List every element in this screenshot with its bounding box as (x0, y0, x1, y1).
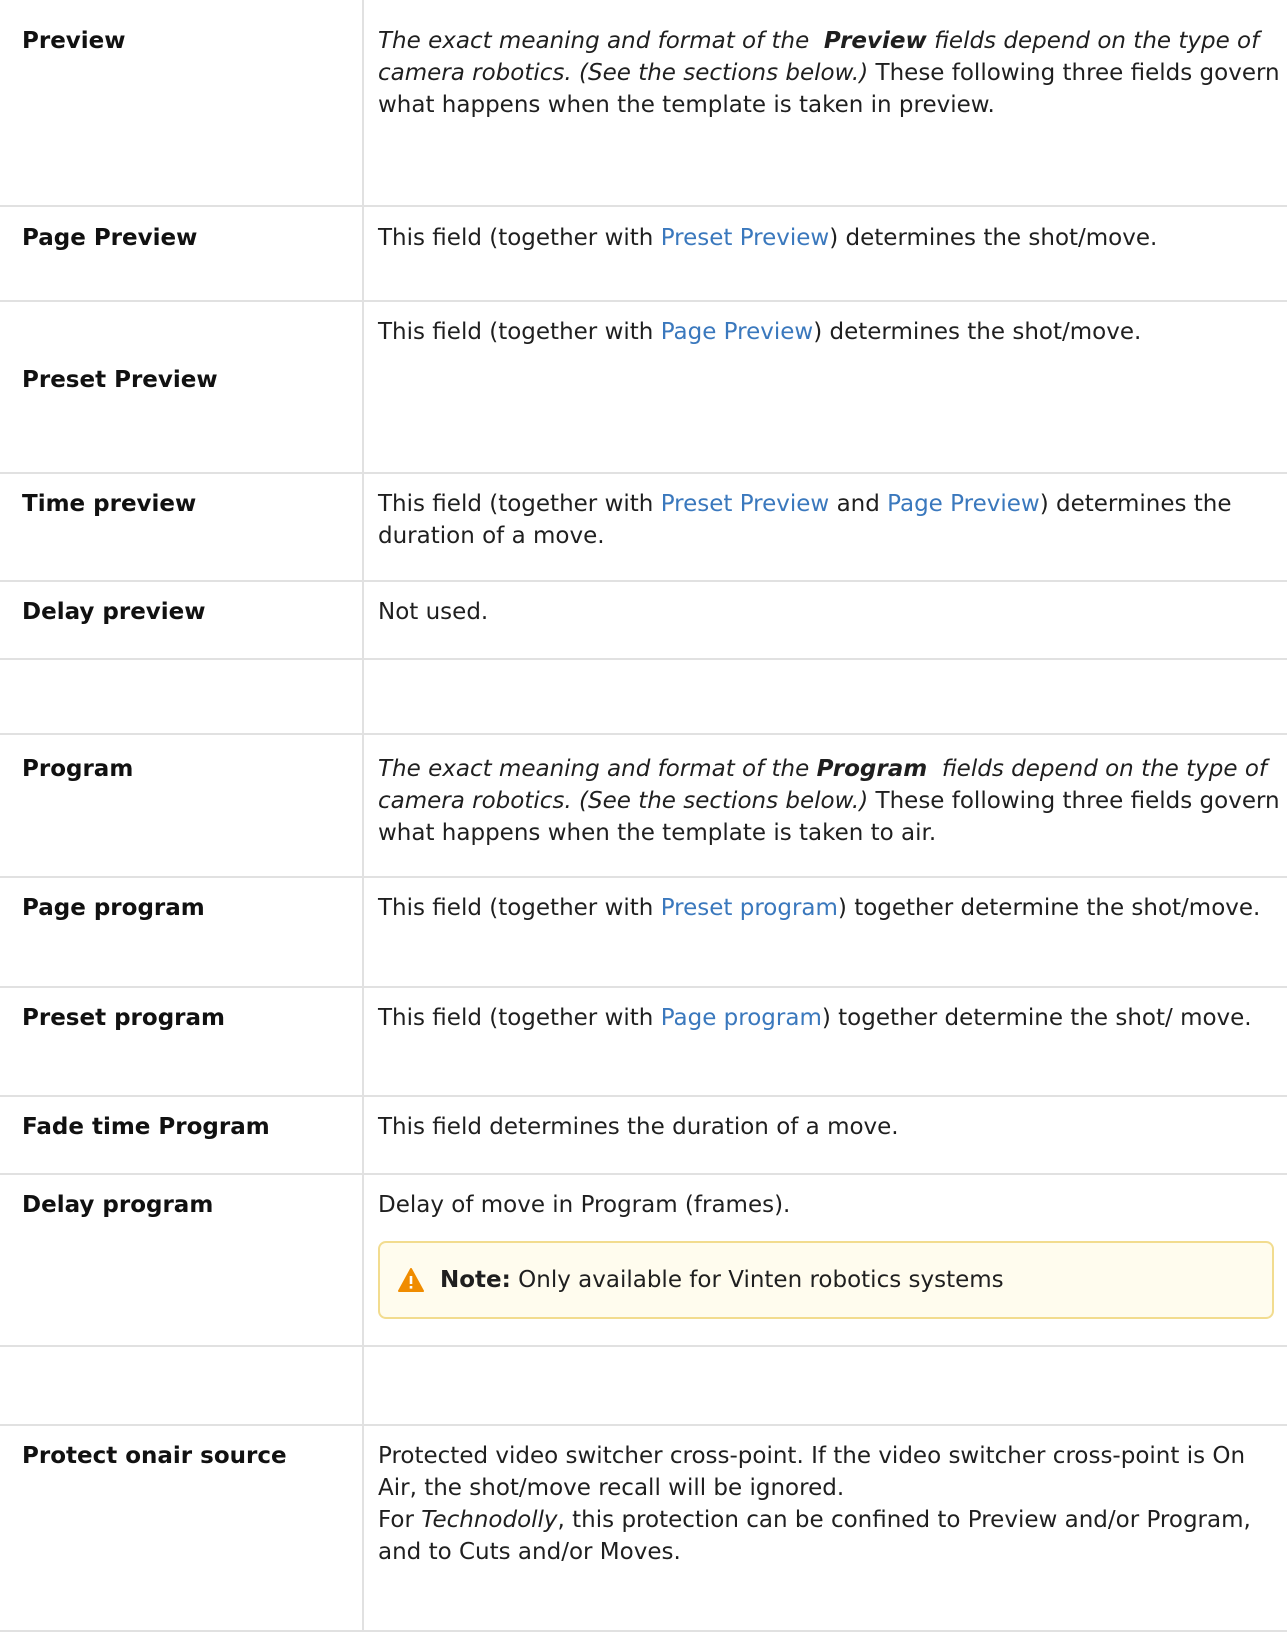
link-page-program[interactable]: Page program (661, 1005, 822, 1031)
desc-text: This field (together with (378, 225, 654, 251)
row-description-empty (362, 658, 1287, 735)
row-label: Program (0, 733, 364, 878)
desc-text: ) determines the shot/move. (829, 225, 1158, 251)
row-description: This field (together with Preset Preview… (362, 205, 1287, 302)
table-row-empty (0, 658, 1287, 735)
table-row-delay-preview: Delay preview Not used. (0, 580, 1287, 660)
table-row-time-preview: Time preview This field (together with P… (0, 472, 1287, 582)
row-label: Preset program (0, 986, 364, 1097)
program-field-name: Program (816, 756, 928, 782)
note-text: Only available for Vinten robotics syste… (518, 1267, 1004, 1293)
row-description: This field determines the duration of a … (362, 1095, 1287, 1175)
preview-field-name: Preview (823, 28, 927, 54)
table-row-delay-program: Delay program Delay of move in Program (… (0, 1173, 1287, 1347)
desc-text: This field (together with (378, 319, 654, 345)
desc-text: Delay of move in Program (frames). (378, 1192, 791, 1218)
row-label-empty (0, 1345, 364, 1426)
warning-icon (398, 1268, 424, 1292)
link-page-preview[interactable]: Page Preview (887, 491, 1040, 517)
row-label: Preset Preview (0, 300, 364, 474)
desc-text: ) determines the shot/move. (813, 319, 1142, 345)
row-label: Delay preview (0, 580, 364, 660)
table-row-empty (0, 1345, 1287, 1426)
row-label: Page Preview (0, 205, 364, 302)
link-preset-program[interactable]: Preset program (661, 895, 838, 921)
row-label: Time preview (0, 472, 364, 582)
row-label: Protect onair source (0, 1424, 364, 1632)
row-description: This field (together with Preset Preview… (362, 472, 1287, 582)
table-row-page-program: Page program This field (together with P… (0, 876, 1287, 988)
link-preset-preview[interactable]: Preset Preview (661, 225, 830, 251)
desc-text: ) together determine the shot/move. (837, 895, 1261, 921)
desc-text: ) together determine the shot/ move. (821, 1005, 1252, 1031)
desc-text: This field (together with (378, 1005, 654, 1031)
link-page-preview[interactable]: Page Preview (661, 319, 814, 345)
table-row-preset-preview: Preset Preview This field (together with… (0, 300, 1287, 474)
note-label: Note: (440, 1267, 511, 1293)
note-callout: Note: Only available for Vinten robotics… (378, 1241, 1274, 1319)
product-name: Technodolly (421, 1507, 558, 1533)
row-description: The exact meaning and format of the Prev… (362, 0, 1287, 207)
row-description: The exact meaning and format of the Prog… (362, 733, 1287, 878)
fields-table: Preview The exact meaning and format of … (0, 0, 1287, 1632)
row-label: Page program (0, 876, 364, 988)
table-row-page-preview: Page Preview This field (together with P… (0, 205, 1287, 302)
preview-intro-text: The exact meaning and format of the (378, 28, 810, 54)
row-description: Delay of move in Program (frames). Note:… (362, 1173, 1287, 1347)
desc-text: Protected video switcher cross-point. If… (378, 1443, 1246, 1501)
desc-text: and (836, 491, 880, 517)
program-intro-text: The exact meaning and format of the (378, 756, 810, 782)
row-label-empty (0, 658, 364, 735)
row-description: This field (together with Page program) … (362, 986, 1287, 1097)
table-row-program: Program The exact meaning and format of … (0, 733, 1287, 878)
table-row-protect-onair-source: Protect onair source Protected video swi… (0, 1424, 1287, 1632)
row-description: Not used. (362, 580, 1287, 660)
desc-text-2: For Technodolly, this protection can be … (378, 1504, 1287, 1568)
row-description-empty (362, 1345, 1287, 1426)
table-row-preset-program: Preset program This field (together with… (0, 986, 1287, 1097)
desc-text: For (378, 1507, 414, 1533)
desc-text: This field (together with (378, 895, 654, 921)
desc-text: This field (together with (378, 491, 654, 517)
row-description: This field (together with Page Preview) … (362, 300, 1287, 474)
row-label: Preview (0, 0, 364, 207)
table-row-preview: Preview The exact meaning and format of … (0, 0, 1287, 207)
row-label: Delay program (0, 1173, 364, 1347)
table-row-fade-time-program: Fade time Program This field determines … (0, 1095, 1287, 1175)
row-label: Fade time Program (0, 1095, 364, 1175)
link-preset-preview[interactable]: Preset Preview (661, 491, 830, 517)
row-description: This field (together with Preset program… (362, 876, 1287, 988)
row-description: Protected video switcher cross-point. If… (362, 1424, 1287, 1632)
